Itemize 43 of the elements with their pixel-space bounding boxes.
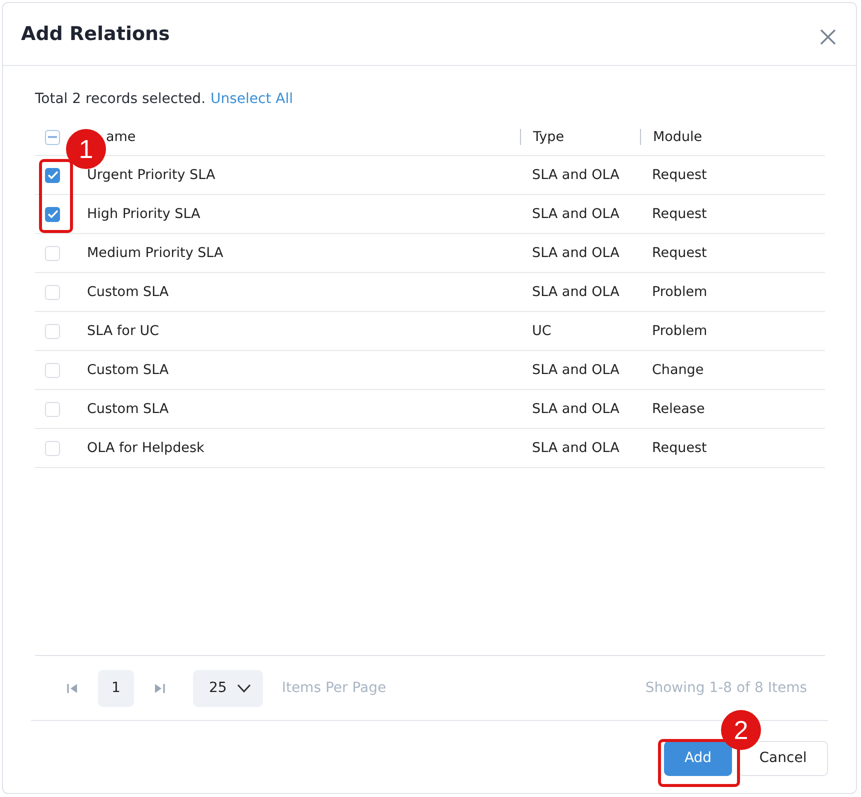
table-cell: Request <box>652 245 707 261</box>
table-cell: SLA and OLA <box>532 245 620 261</box>
row-checkbox[interactable] <box>45 168 60 182</box>
table-cell: SLA and OLA <box>532 284 620 300</box>
table-cell: SLA for UC <box>87 323 160 339</box>
column-header: ame <box>106 129 136 145</box>
table-cell: Medium Priority SLA <box>87 245 224 261</box>
dialog-title: Add Relations <box>21 23 170 45</box>
table-cell: Request <box>652 167 707 183</box>
table-cell: Problem <box>652 323 708 339</box>
table-cell: Urgent Priority SLA <box>87 167 216 183</box>
step-badge: 1 <box>66 129 106 169</box>
close-icon[interactable] <box>820 29 836 45</box>
selection-summary: Total 2 records selected. <box>35 91 206 107</box>
table-cell: Problem <box>652 284 708 300</box>
table-cell: SLA and OLA <box>532 206 620 222</box>
column-header: Type <box>533 129 564 145</box>
last-page-icon[interactable] <box>154 682 165 694</box>
table-cell: UC <box>532 323 552 339</box>
table-cell: High Priority SLA <box>87 206 200 222</box>
table-cell: SLA and OLA <box>532 362 620 378</box>
cancel-button[interactable]: Cancel <box>738 740 828 776</box>
table-cell: Request <box>652 440 707 456</box>
table-cell: SLA and OLA <box>532 401 620 417</box>
table-cell: SLA and OLA <box>532 440 620 456</box>
row-checkbox[interactable] <box>45 206 60 222</box>
first-page-icon[interactable] <box>67 682 78 694</box>
column-header: Module <box>653 129 702 145</box>
chevron-down-icon <box>236 684 251 692</box>
table-cell: OLA for Helpdesk <box>87 440 204 456</box>
table-cell: Custom SLA <box>87 362 169 378</box>
table-cell: Release <box>652 401 705 417</box>
step-badge: 2 <box>721 710 761 750</box>
page-number-button[interactable]: 1 <box>98 670 134 706</box>
table-cell: Custom SLA <box>87 284 169 300</box>
pagination-summary: Showing 1-8 of 8 Items <box>645 680 807 696</box>
table-cell: Request <box>652 206 707 222</box>
items-per-page-label: Items Per Page <box>282 680 386 696</box>
table-cell: Change <box>652 362 704 378</box>
table-cell: Custom SLA <box>87 401 169 417</box>
select-all-checkbox[interactable] <box>45 130 60 144</box>
page-size-dropdown[interactable]: 25 <box>193 670 263 706</box>
table-cell: SLA and OLA <box>532 167 620 183</box>
